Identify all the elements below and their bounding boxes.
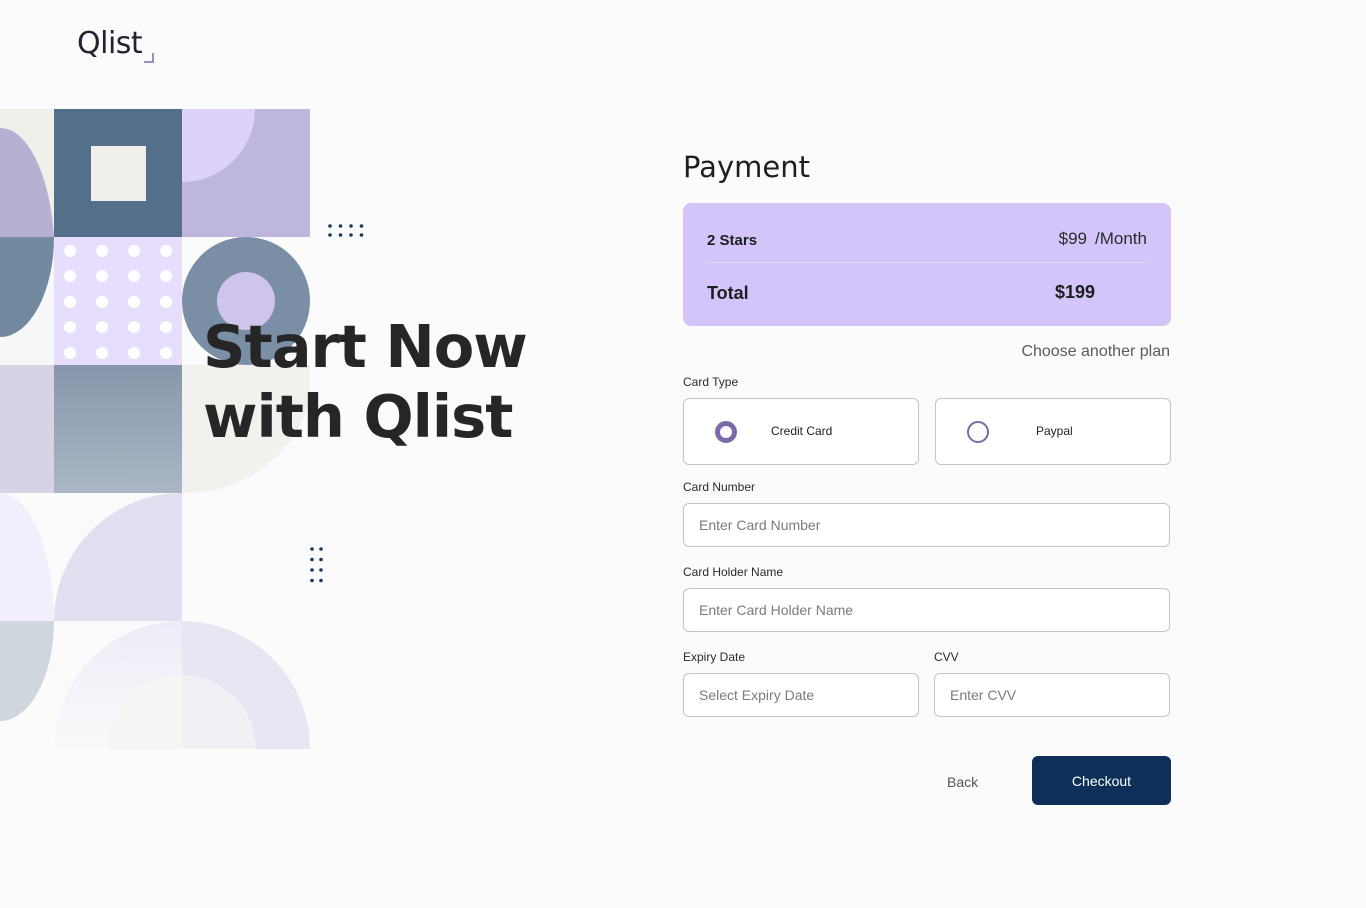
- expiry-date-label: Expiry Date: [683, 650, 746, 664]
- choose-another-plan-link[interactable]: Choose another plan: [1021, 343, 1170, 361]
- hero-line-2: with Qlist: [203, 382, 513, 451]
- checkout-button[interactable]: Checkout: [1032, 756, 1171, 805]
- radio-checked-icon[interactable]: [715, 421, 737, 443]
- card-type-label: Card Type: [683, 375, 739, 389]
- logo-corner-mark: [144, 53, 154, 63]
- card-holder-label: Card Holder Name: [683, 565, 784, 579]
- radio-unchecked-icon[interactable]: [967, 421, 989, 443]
- plan-price-amount: $99: [1058, 229, 1088, 248]
- card-type-option-paypal[interactable]: Paypal: [935, 398, 1171, 465]
- hero-heading: Start Now with Qlist: [203, 312, 528, 452]
- expiry-date-input[interactable]: [683, 673, 919, 717]
- plan-row: 2 Stars $99/Month: [707, 229, 1147, 263]
- card-type-option-label: Paypal: [1036, 424, 1073, 438]
- card-type-option-credit-card[interactable]: Credit Card: [683, 398, 919, 465]
- card-number-label: Card Number: [683, 480, 756, 494]
- plan-price-period: /Month: [1095, 229, 1147, 248]
- card-type-option-label: Credit Card: [771, 424, 833, 438]
- plan-price: $99/Month: [1059, 229, 1147, 249]
- hero-line-1: Start Now: [203, 312, 528, 381]
- back-button[interactable]: Back: [947, 774, 978, 790]
- card-holder-input[interactable]: [683, 588, 1170, 632]
- plan-summary-card: 2 Stars $99/Month Total $199: [683, 203, 1171, 326]
- brand-logo[interactable]: Qlist: [77, 26, 143, 61]
- dot-pattern-horizontal: [328, 224, 364, 237]
- cvv-label: CVV: [934, 650, 959, 664]
- cvv-input[interactable]: [934, 673, 1170, 717]
- page-title: Payment: [683, 150, 810, 184]
- total-value: $199: [1055, 282, 1096, 302]
- total-label: Total: [707, 283, 749, 303]
- dot-pattern-vertical: [310, 547, 323, 583]
- card-number-input[interactable]: [683, 503, 1170, 547]
- plan-name: 2 Stars: [707, 232, 758, 249]
